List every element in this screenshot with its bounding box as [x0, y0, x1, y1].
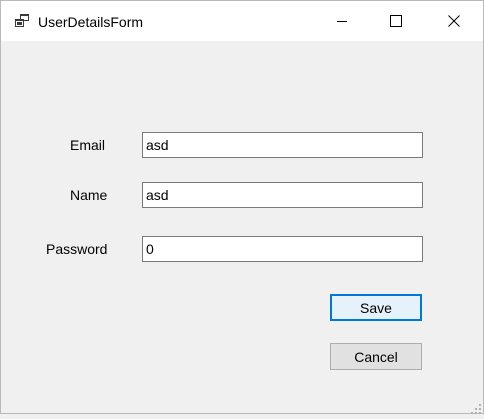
- user-details-window: UserDetailsForm Email asd Name asd Passw…: [0, 0, 484, 414]
- cancel-button[interactable]: Cancel: [330, 343, 422, 370]
- name-field[interactable]: [142, 182, 423, 208]
- name-label: Name: [70, 187, 108, 203]
- close-button[interactable]: [431, 1, 477, 41]
- resize-grip-icon[interactable]: [471, 401, 481, 414]
- close-icon: [448, 15, 460, 27]
- maximize-button[interactable]: [373, 1, 419, 41]
- email-field[interactable]: [142, 132, 423, 158]
- password-field[interactable]: [142, 236, 423, 262]
- app-window-icon: [14, 13, 30, 29]
- minimize-icon: [336, 15, 348, 27]
- minimize-button[interactable]: [319, 1, 365, 41]
- title-bar[interactable]: UserDetailsForm: [1, 1, 483, 41]
- window-title: UserDetailsForm: [38, 14, 144, 30]
- save-button[interactable]: Save: [330, 294, 422, 321]
- password-label: Password: [46, 241, 108, 257]
- email-label: Email: [70, 137, 106, 153]
- maximize-icon: [390, 15, 402, 27]
